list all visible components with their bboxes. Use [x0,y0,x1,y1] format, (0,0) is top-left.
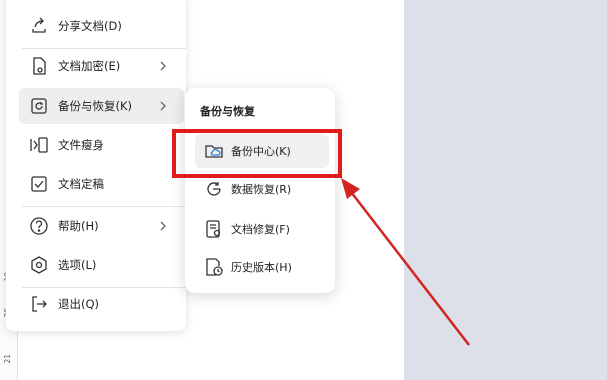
chevron-right-icon [160,101,166,111]
menu-item-options[interactable]: 选项(L) [19,247,184,283]
document-lock-icon [29,56,49,76]
menu-item-exit[interactable]: 退出(Q) [19,286,184,322]
menu-item-file-slim[interactable]: 文件瘦身 [19,127,184,163]
menu-item-encrypt[interactable]: 文档加密(E) [19,48,184,84]
help-icon [29,216,49,236]
submenu-item-label: 历史版本(H) [231,261,292,274]
highlight-box [172,129,342,178]
data-restore-icon [203,178,225,200]
share-icon [29,16,49,36]
history-version-icon [203,256,225,278]
document-repair-icon [203,218,225,240]
menu-item-label: 帮助(H) [58,219,99,233]
menu-item-share[interactable]: 分享文档(D) [19,8,184,44]
menu-item-label: 选项(L) [58,258,97,272]
submenu-item-label: 文档修复(F) [231,223,290,236]
document-check-icon [29,174,49,194]
file-slim-icon [29,135,49,155]
menu-divider [22,206,186,207]
settings-hexagon-icon [29,255,49,275]
menu-item-label: 分享文档(D) [58,19,122,33]
document-background [404,0,607,380]
chevron-right-icon [160,221,166,231]
submenu-item-history-version[interactable]: 历史版本(H) [195,250,329,284]
menu-item-label: 文档加密(E) [58,59,121,73]
menu-item-backup-restore[interactable]: 备份与恢复(K) [19,88,184,124]
backup-restore-submenu: 备份与恢复 备份中心(K) 数据恢复(R) 文档修复(F) 历史版本(H) [185,88,335,293]
submenu-item-document-repair[interactable]: 文档修复(F) [195,212,329,246]
exit-icon [29,294,49,314]
menu-item-label: 文件瘦身 [58,138,104,152]
submenu-item-label: 数据恢复(R) [231,183,292,196]
menu-item-help[interactable]: 帮助(H) [19,208,184,244]
submenu-title: 备份与恢复 [200,105,255,118]
menu-item-label: 文档定稿 [58,177,104,191]
menu-item-finalize[interactable]: 文档定稿 [19,166,184,202]
chevron-right-icon [160,61,166,71]
file-menu: 分享文档(D) 文档加密(E) 备份与恢复(K) 文件瘦身 文档定稿 帮助(H)… [6,0,186,331]
menu-item-label: 退出(Q) [58,297,100,311]
backup-restore-icon [29,96,49,116]
ruler-number: 21 [3,354,12,364]
menu-item-label: 备份与恢复(K) [58,99,133,113]
